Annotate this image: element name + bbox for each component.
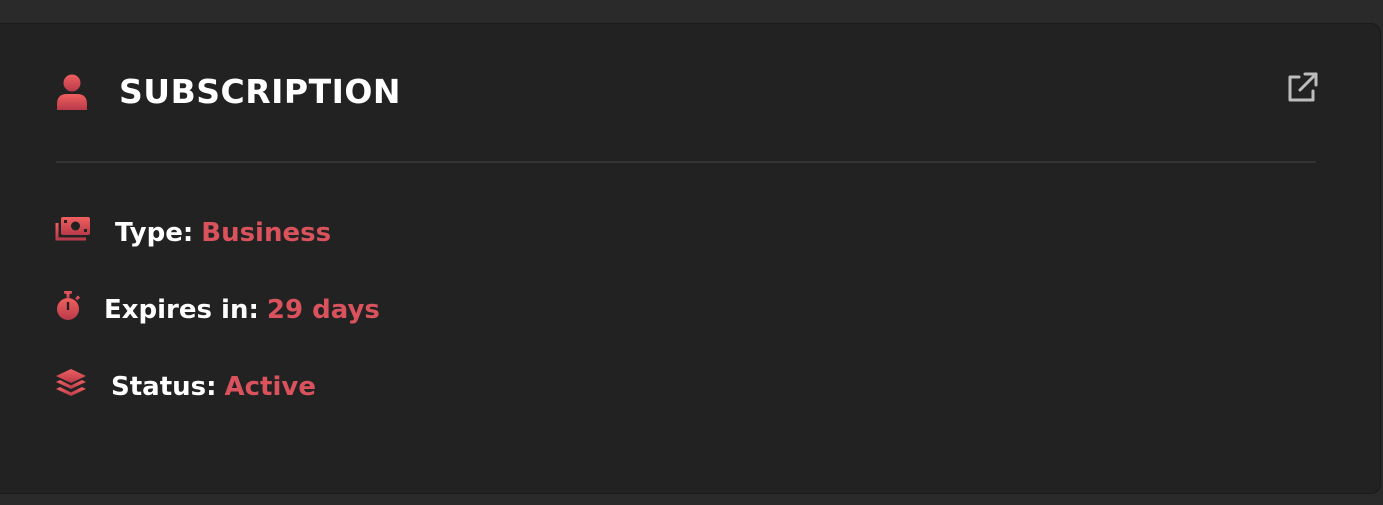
card-header: SUBSCRIPTION — [55, 72, 401, 111]
layers-icon — [55, 367, 87, 406]
stopwatch-icon — [55, 291, 81, 328]
expires-row: Expires in: 29 days — [55, 291, 380, 328]
expires-value: 29 days — [266, 294, 380, 325]
external-link-icon[interactable] — [1285, 71, 1319, 105]
type-label: Type: — [115, 217, 194, 248]
type-value: Business — [201, 217, 332, 248]
money-icon — [55, 215, 91, 250]
status-row: Status: Active — [55, 367, 316, 406]
header-divider — [56, 161, 1316, 163]
status-label: Status: — [111, 371, 217, 402]
user-icon — [55, 74, 89, 110]
type-row: Type: Business — [55, 215, 331, 250]
status-value: Active — [224, 371, 316, 402]
expires-label: Expires in: — [104, 294, 259, 325]
card-title: SUBSCRIPTION — [119, 72, 402, 111]
